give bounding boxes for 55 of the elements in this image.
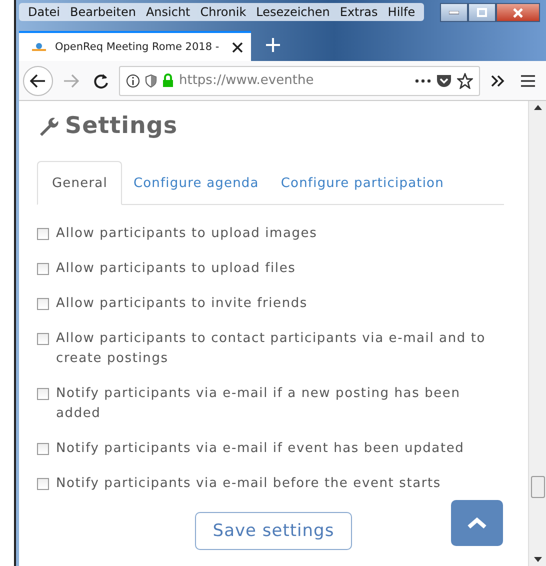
checkbox[interactable] [37,333,49,345]
menu-item[interactable]: Hilfe [382,4,420,20]
tab-title: OpenReq Meeting Rome 2018 - [55,41,220,53]
checkbox[interactable] [37,478,49,490]
close-icon[interactable] [232,42,243,52]
menu-item[interactable]: Ansicht [140,4,196,20]
back-arrow-icon [30,74,46,88]
chevron-up-icon [467,517,487,529]
close-icon [513,8,523,18]
minimize-button[interactable] [440,3,468,22]
browser-tab[interactable]: OpenReq Meeting Rome 2018 - [19,31,251,61]
back-button[interactable] [23,66,53,96]
scroll-to-top-button[interactable] [451,500,503,546]
checkbox[interactable] [37,228,49,240]
shield-icon[interactable] [145,74,157,88]
info-icon[interactable] [126,74,140,88]
more-icon[interactable] [415,78,431,82]
close-button[interactable] [496,3,540,22]
option-label: Allow participants to contact participants via e-mail and to create postings [56,330,486,368]
menu-item[interactable]: Lesezeichen [251,4,335,20]
option-label: Notify participants via e-mail before the event starts [56,475,441,493]
scrollbar[interactable] [528,101,546,566]
url-text: https://www.eventhe [179,73,315,88]
option-label: Allow participants to upload images [56,225,318,243]
settings-tab[interactable]: Configure agenda [122,161,270,204]
plus-icon [266,38,280,52]
site-logo-icon [31,42,47,52]
reload-icon [93,72,109,88]
scroll-up-icon[interactable] [534,105,542,110]
checkbox[interactable] [37,388,49,400]
menu-item[interactable]: Datei [23,4,66,20]
menu-item[interactable]: Extras [334,4,383,20]
scrollbar-thumb[interactable] [531,476,545,498]
menu-item[interactable]: Chronik [195,4,252,20]
menu-item[interactable]: Bearbeiten [65,4,141,20]
pocket-icon[interactable] [436,74,452,88]
checkbox[interactable] [37,298,49,310]
settings-tab[interactable]: General [37,161,122,205]
maximize-button[interactable] [468,3,496,22]
forward-arrow-icon [63,74,79,88]
address-bar[interactable]: https://www.eventhe [119,66,480,96]
lock-icon [162,73,174,88]
save-settings-button[interactable]: Save settings [194,512,352,550]
settings-tab[interactable]: Configure participation [270,161,455,204]
option-label: Allow participants to invite friends [56,295,308,313]
option-label: Allow participants to upload files [56,260,296,278]
scroll-down-icon[interactable] [534,557,542,562]
maximize-icon [477,8,487,17]
checkbox[interactable] [37,443,49,455]
option-label: Notify participants via e-mail if a new posting has been added [56,385,462,423]
star-icon[interactable] [457,72,473,88]
minimize-icon [449,10,459,14]
page-heading: Settings [65,113,178,139]
option-label: Notify participants via e-mail if event has been updated [56,440,464,458]
checkbox[interactable] [37,263,49,275]
